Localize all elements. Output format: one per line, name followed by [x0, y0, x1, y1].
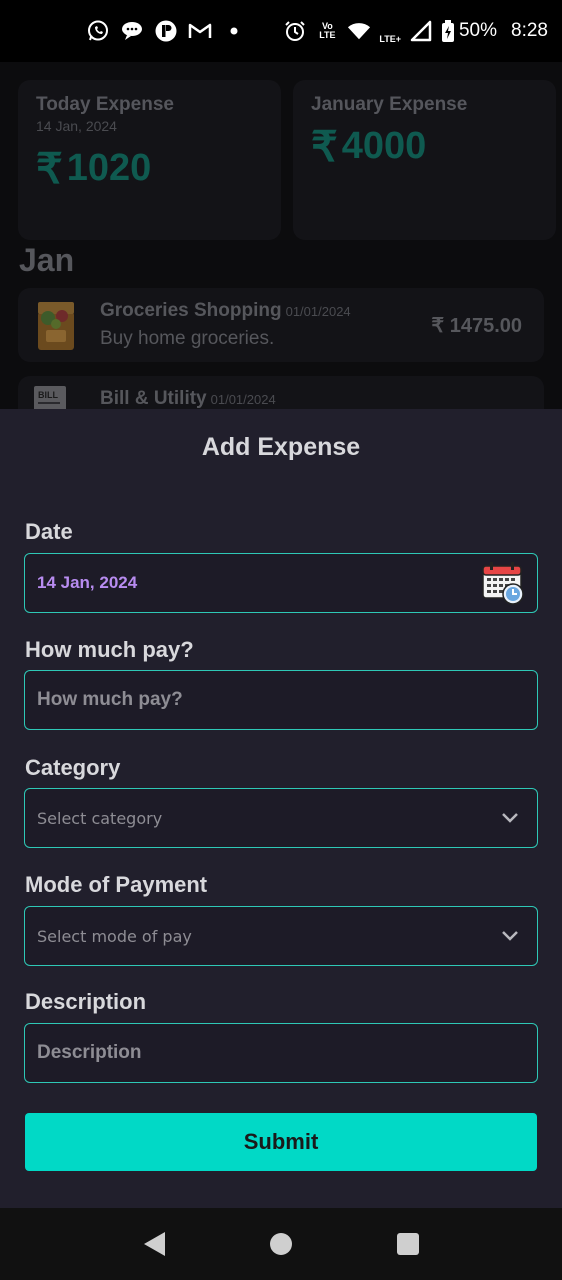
chat-bubble-icon	[120, 19, 144, 43]
calendar-clock-icon[interactable]	[481, 560, 525, 606]
back-icon[interactable]	[134, 1224, 174, 1264]
system-icons: Vo LTE LTE+ 50% 8:28	[283, 19, 548, 44]
category-select[interactable]: Select category	[24, 788, 538, 848]
payment-mode-placeholder: Select mode of pay	[37, 926, 192, 946]
expense-name: Bill & Utility 01/01/2024	[100, 388, 276, 409]
today-expense-card[interactable]: Today Expense 14 Jan, 2024 ₹ 1020	[18, 80, 281, 240]
battery-icon	[441, 19, 455, 43]
clock: 8:28	[511, 20, 548, 41]
category-placeholder: Select category	[37, 808, 163, 828]
status-bar: Vo LTE LTE+ 50% 8:28	[0, 0, 562, 62]
amount-label: How much pay?	[25, 637, 194, 662]
app-icon	[154, 19, 178, 43]
expense-row[interactable]: BILL Bill & Utility 01/01/2024	[18, 376, 544, 409]
submit-button[interactable]: Submit	[25, 1113, 537, 1171]
alarm-icon	[283, 19, 307, 43]
chevron-down-icon[interactable]	[501, 812, 519, 824]
today-expense-title: Today Expense	[36, 94, 174, 115]
gmail-icon	[188, 19, 212, 43]
home-icon[interactable]	[261, 1224, 301, 1264]
background-screen: Today Expense 14 Jan, 2024 ₹ 1020 Januar…	[0, 62, 562, 409]
sheet-title: Add Expense	[201, 433, 361, 461]
description-input[interactable]: Description	[24, 1023, 538, 1083]
today-expense-amount: ₹ 1020	[36, 145, 152, 192]
description-label: Description	[25, 989, 147, 1014]
date-label: Date	[25, 519, 73, 544]
payment-mode-label: Mode of Payment	[25, 872, 208, 897]
chevron-down-icon[interactable]	[501, 930, 519, 942]
month-expense-title: January Expense	[311, 94, 468, 115]
payment-mode-select[interactable]: Select mode of pay	[24, 906, 538, 966]
month-expense-card[interactable]: January Expense ₹ 4000	[293, 80, 556, 240]
month-expense-amount: ₹ 4000	[311, 123, 427, 170]
expense-name: Groceries Shopping 01/01/2024	[100, 300, 351, 321]
svg-text:BILL: BILL	[38, 390, 58, 400]
battery-percent: 50%	[458, 20, 498, 41]
month-label: Jan	[19, 242, 75, 278]
wifi-icon	[347, 19, 371, 43]
dot-icon	[222, 19, 246, 43]
expense-price: ₹ 1475.00	[431, 315, 522, 337]
amount-input[interactable]: How much pay?	[24, 670, 538, 730]
bill-icon: BILL	[32, 386, 80, 409]
volte-icon: Vo LTE	[319, 21, 336, 40]
today-expense-date: 14 Jan, 2024	[36, 118, 117, 134]
lte-label: LTE+	[379, 33, 401, 44]
expense-desc: Buy home groceries.	[100, 328, 275, 349]
category-label: Category	[25, 755, 121, 780]
signal-icon	[409, 19, 433, 43]
rupee-icon: ₹	[36, 145, 63, 192]
description-placeholder: Description	[37, 1042, 142, 1063]
date-value: 14 Jan, 2024	[37, 573, 138, 592]
recents-icon[interactable]	[388, 1224, 428, 1264]
rupee-icon: ₹	[311, 123, 338, 170]
whatsapp-icon	[86, 19, 110, 43]
expense-row[interactable]: Groceries Shopping 01/01/2024 Buy home gr…	[18, 288, 544, 362]
date-field[interactable]: 14 Jan, 2024	[24, 553, 538, 613]
add-expense-sheet: Add Expense Date 14 Jan, 2024 How much p…	[0, 409, 562, 1208]
amount-placeholder: How much pay?	[37, 689, 183, 710]
groceries-icon	[32, 298, 80, 352]
notification-icons	[86, 19, 246, 43]
navigation-bar	[0, 1208, 562, 1280]
